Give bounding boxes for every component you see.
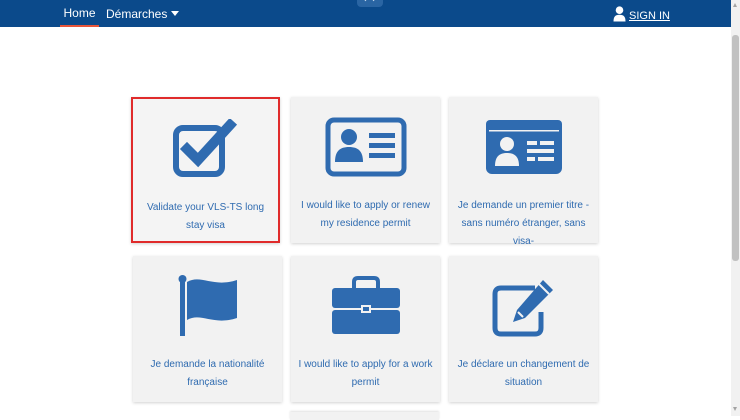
card-premier-titre[interactable]: Je demande un premier titre -sans numéro… (449, 97, 598, 247)
card-residence-permit[interactable]: I would like to apply or renew my reside… (291, 97, 440, 243)
signin-label: SIGN IN (629, 9, 670, 22)
collapse-toggle[interactable] (357, 0, 383, 7)
top-navbar: Home Démarches SIGN IN (0, 0, 731, 27)
vertical-scrollbar[interactable] (731, 0, 740, 416)
nav-demarches-dropdown[interactable]: Démarches (106, 0, 180, 27)
card-partial-next-row[interactable] (290, 412, 439, 420)
card-validate-vls-ts[interactable]: Validate your VLS-TS long stay visa (131, 97, 280, 243)
edit-icon (492, 280, 553, 337)
id-card-filled-icon (485, 120, 562, 174)
card-label: Je demande la nationalité française (150, 359, 265, 388)
card-label: Je demande un premier titre -sans numéro… (457, 200, 590, 247)
card-changement-situation[interactable]: Je déclare un changement de situation (449, 256, 598, 402)
nav-home-link[interactable]: Home (60, 0, 99, 27)
id-card-icon (325, 117, 406, 177)
card-label: Validate your VLS-TS long stay visa (146, 202, 265, 231)
card-work-permit[interactable]: I would like to apply for a work permit (291, 256, 440, 402)
user-icon (613, 6, 626, 22)
card-nationalite[interactable]: Je demande la nationalité française (133, 256, 282, 402)
caret-down-icon (171, 11, 180, 16)
chevron-up-icon (364, 0, 375, 6)
checkbox-checked-icon (172, 119, 237, 177)
scroll-down-arrow-icon[interactable] (733, 407, 737, 411)
nav-demarches-label: Démarches (106, 7, 168, 21)
scroll-up-arrow-icon[interactable] (733, 3, 737, 7)
card-label: I would like to apply for a work permit (298, 359, 433, 388)
card-label: I would like to apply or renew my reside… (301, 200, 430, 229)
briefcase-icon (331, 276, 400, 334)
card-label: Je déclare un changement de situation (457, 359, 590, 388)
signin-link[interactable]: SIGN IN (613, 4, 670, 24)
scroll-thumb[interactable] (732, 35, 739, 261)
flag-icon (178, 275, 237, 336)
